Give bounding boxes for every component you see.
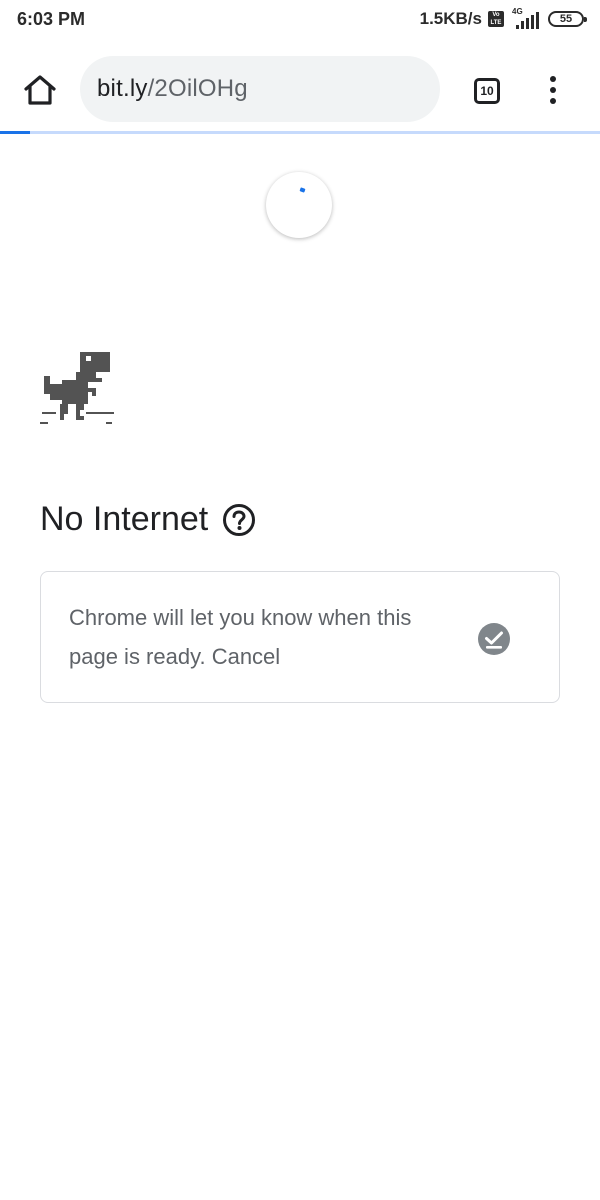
- url-host: bit.ly: [97, 75, 148, 102]
- status-time: 6:03 PM: [17, 9, 86, 29]
- tab-switcher-button[interactable]: 10: [468, 72, 506, 110]
- notify-message: Chrome will let you know when this page …: [69, 598, 449, 676]
- battery-level: 55: [559, 13, 573, 25]
- tab-count-badge: 10: [474, 78, 500, 104]
- battery-icon: 55: [548, 11, 587, 27]
- progress-fill: [0, 131, 30, 134]
- home-button[interactable]: [18, 68, 62, 112]
- browser-toolbar: bit.ly/2OilOHg 10: [0, 42, 600, 132]
- menu-dot: [550, 87, 556, 93]
- address-bar[interactable]: bit.ly/2OilOHg: [80, 56, 440, 122]
- url-path: /2OilOHg: [147, 75, 248, 102]
- volte-icon: Vo LTE: [488, 11, 504, 27]
- loading-spinner: [266, 172, 332, 238]
- menu-dot: [550, 98, 556, 104]
- menu-dot: [550, 76, 556, 82]
- status-indicators: 1.5KB/s Vo LTE 4G 55: [419, 7, 587, 29]
- page-title: No Internet: [40, 500, 209, 538]
- error-title-row: No Internet: [40, 500, 256, 539]
- scheduled-check-icon: [478, 623, 510, 655]
- help-icon: [223, 503, 256, 536]
- help-button[interactable]: [222, 503, 256, 537]
- page-load-progress-bar: [0, 131, 600, 134]
- network-speed: 1.5KB/s: [419, 9, 482, 28]
- home-icon: [24, 75, 56, 105]
- notify-when-ready-card: Chrome will let you know when this page …: [40, 571, 560, 703]
- spinner-arc: [299, 187, 306, 193]
- cancel-link[interactable]: Cancel: [212, 644, 280, 669]
- signal-strength-icon: 4G: [510, 7, 542, 29]
- offline-dinosaur-icon[interactable]: [40, 350, 116, 426]
- network-type-label: 4G: [512, 7, 523, 16]
- status-bar: 6:03 PM 1.5KB/s Vo LTE 4G 55: [0, 0, 600, 42]
- overflow-menu-button[interactable]: [538, 70, 568, 110]
